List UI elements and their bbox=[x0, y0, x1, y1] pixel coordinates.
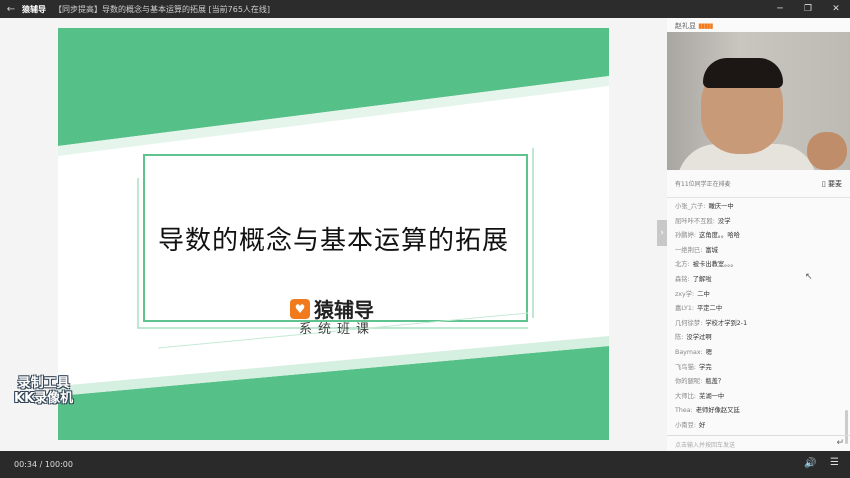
chat-message: 一绝荆已: 富城 bbox=[675, 244, 842, 259]
playlist-icon[interactable]: ☰ bbox=[830, 457, 839, 468]
teacher-name: 赵礼显 bbox=[675, 22, 696, 30]
chat-username: 几何徐梦: bbox=[675, 319, 703, 327]
chat-message: 北方: 被卡出教室。。。 bbox=[675, 258, 842, 273]
chat-message: 森铭: 了解啦 bbox=[675, 273, 842, 288]
teacher-video bbox=[667, 32, 850, 170]
chat-username: 飞鸟猫: bbox=[675, 363, 697, 371]
chat-message: 陈: 没学过啊 bbox=[675, 331, 842, 346]
slide: 导数的概念与基本运算的拓展 ♥ 猿辅导 系统班课 bbox=[58, 28, 609, 440]
chat-message: 几何徐梦: 学校才学到2-1 bbox=[675, 317, 842, 332]
queue-text: 有11位同学正在排麦 bbox=[675, 181, 731, 188]
enter-icon[interactable]: ↵ bbox=[836, 438, 844, 448]
mic-queue-bar: 有11位同学正在排麦 ▯ 要麦 bbox=[667, 170, 850, 198]
chat-text: 嗯 bbox=[705, 348, 713, 356]
chat-username: 小南豆: bbox=[675, 421, 697, 429]
chat-text: 没学过啊 bbox=[686, 334, 712, 342]
watermark-line1: 录制工具 bbox=[17, 376, 70, 391]
chat-text: 了解啦 bbox=[692, 275, 712, 283]
minimize-icon[interactable]: ─ bbox=[766, 0, 794, 18]
signal-icon: ▮▮▮▮▮ bbox=[698, 22, 713, 30]
playback-time: 00:34 / 100:00 bbox=[14, 460, 73, 469]
chat-text: 二中 bbox=[697, 290, 710, 298]
chat-username: Thea: bbox=[675, 407, 693, 415]
chat-message: Baymax: 嗯 bbox=[675, 346, 842, 361]
chat-username: 一绝荆已: bbox=[675, 246, 703, 254]
chat-text: 老师好像赵又廷 bbox=[695, 407, 740, 415]
sidebar: 赵礼显 ▮▮▮▮▮ 有11位同学正在排麦 ▯ 要麦 小张_六子: 瞰庆一中 屈咔咔不… bbox=[667, 18, 850, 451]
chat-message: 嘉LY1: 平定二中 bbox=[675, 302, 842, 317]
phone-icon: ▯ bbox=[821, 179, 826, 188]
chat-message: 孙鹏婷: 这角度。。哈哈 bbox=[675, 229, 842, 244]
chat-text: 好 bbox=[699, 421, 706, 429]
back-arrow-icon[interactable]: ← bbox=[0, 4, 22, 15]
chat-input-placeholder: 点击输入并按回车发送 bbox=[675, 442, 736, 449]
chat-message: 你的腿呢: 瓶盖？ bbox=[675, 375, 842, 390]
chat-text: 芜湖一中 bbox=[699, 392, 725, 400]
chat-text: 瓶盖？ bbox=[705, 378, 725, 386]
request-mic-button[interactable]: ▯ 要麦 bbox=[822, 179, 842, 189]
window-controls: ─ ❐ ✕ bbox=[766, 0, 850, 18]
chat-username: 北方: bbox=[675, 261, 690, 269]
chat-username: zxy学: bbox=[675, 290, 695, 298]
title-bar: ← 猿辅导 【同步提高】导数的概念与基本运算的拓展 [当前765人在线] ─ ❐… bbox=[0, 0, 850, 18]
chat-username: 你的腿呢: bbox=[675, 378, 703, 386]
chat-text: 这角度。。哈哈 bbox=[699, 232, 740, 240]
chat-username: 嘉LY1: bbox=[675, 305, 694, 313]
chat-message: zxy学: 二中 bbox=[675, 288, 842, 303]
watermark-line2: KK录像机 bbox=[14, 391, 74, 406]
window-title: 【同步提高】导数的概念与基本运算的拓展 [当前765人在线] bbox=[54, 4, 271, 14]
chat-username: 大师比: bbox=[675, 392, 697, 400]
recorder-watermark: 录制工具 KK录像机 bbox=[14, 376, 73, 406]
player-controls: 00:34 / 100:00 🔊 ☰ bbox=[0, 451, 850, 478]
brand-icon: ♥ bbox=[290, 298, 310, 319]
chat-text: 学校才学到2-1 bbox=[705, 319, 748, 327]
chat-message: 小张_六子: 瞰庆一中 bbox=[675, 200, 842, 215]
restore-icon[interactable]: ❐ bbox=[794, 0, 822, 18]
chat-input[interactable]: 点击输入并按回车发送 ↵ bbox=[667, 435, 850, 451]
volume-icon[interactable]: 🔊 bbox=[804, 458, 816, 469]
chat-message: 大师比: 芜湖一中 bbox=[675, 390, 842, 405]
collapse-sidebar-button[interactable]: › bbox=[657, 220, 667, 246]
chat-message: 小南豆: 好 bbox=[675, 419, 842, 434]
close-icon[interactable]: ✕ bbox=[822, 0, 850, 18]
chat-message: 飞鸟猫: 学完 bbox=[675, 361, 842, 376]
chat-text: 富城 bbox=[705, 246, 718, 254]
chat-username: 屈咔咔不互殴: bbox=[675, 217, 715, 225]
chat-text: 平定二中 bbox=[696, 305, 723, 313]
chat-text: 学完 bbox=[699, 363, 712, 371]
course-label: 系统班课 bbox=[298, 322, 375, 337]
chat-username: 小张_六子: bbox=[675, 203, 706, 210]
chat-message: Thea: 老师好像赵又廷 bbox=[675, 404, 842, 419]
mouse-cursor-icon: ↖ bbox=[805, 272, 813, 282]
chat-message: 屈咔咔不互殴: 没学 bbox=[675, 215, 842, 230]
chevron-right-icon: › bbox=[660, 228, 664, 238]
request-mic-label: 要麦 bbox=[828, 179, 842, 188]
slide-title: 导数的概念与基本运算的拓展 bbox=[157, 226, 509, 256]
slide-stage: 导数的概念与基本运算的拓展 ♥ 猿辅导 系统班课 录制工具 KK录像机 bbox=[0, 18, 667, 451]
chat-username: 陈: bbox=[675, 334, 684, 342]
teacher-bar: 赵礼显 ▮▮▮▮▮ bbox=[667, 18, 850, 32]
chat-text: 被卡出教室。。。 bbox=[692, 261, 737, 269]
app-name: 猿辅导 bbox=[22, 4, 46, 14]
chat-list[interactable]: 小张_六子: 瞰庆一中 屈咔咔不互殴: 没学 孙鹏婷: 这角度。。哈哈 一绝荆已: 富城 北方:… bbox=[667, 198, 850, 434]
chat-username: Baymax: bbox=[675, 348, 703, 356]
chat-text: 没学 bbox=[717, 217, 731, 225]
chat-text: 瞰庆一中 bbox=[708, 203, 734, 210]
chat-username: 孙鹏婷: bbox=[675, 232, 697, 240]
chat-username: 森铭: bbox=[675, 275, 690, 283]
